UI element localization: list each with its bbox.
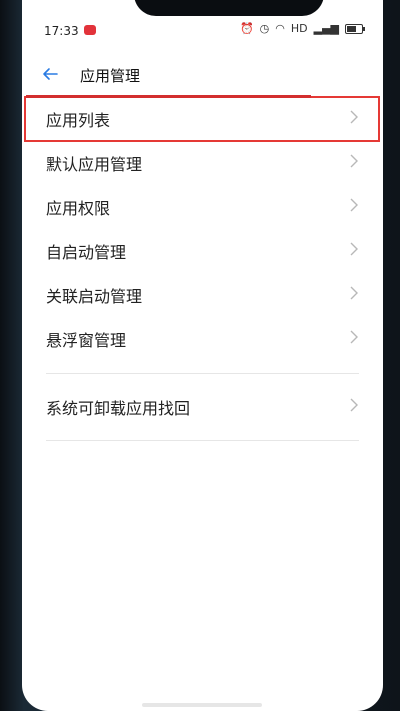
list-item-autostart[interactable]: 自启动管理 <box>22 228 383 272</box>
settings-list: 应用列表 默认应用管理 应用权限 自启动管理 关联启动管理 悬浮窗管理 系统可卸… <box>22 95 383 441</box>
chevron-right-icon <box>349 285 359 300</box>
section-divider <box>46 440 359 441</box>
chevron-right-icon <box>349 153 359 168</box>
list-item-floating-window[interactable]: 悬浮窗管理 <box>22 316 383 360</box>
page-title: 应用管理 <box>80 67 141 85</box>
list-item-label: 应用列表 <box>46 111 111 130</box>
battery-icon <box>345 23 365 34</box>
chevron-right-icon <box>349 397 359 412</box>
chevron-right-icon <box>349 241 359 256</box>
list-item-label: 自启动管理 <box>46 243 127 262</box>
chevron-right-icon <box>349 197 359 212</box>
signal-icon: ▂▄▆ <box>313 22 339 35</box>
status-icons: ⏰ ◷ ◠ HD ▂▄▆ <box>239 22 365 35</box>
notification-badge-icon <box>84 25 96 35</box>
list-item-label: 系统可卸载应用找回 <box>46 399 191 418</box>
list-item-associated-launch[interactable]: 关联启动管理 <box>22 272 383 316</box>
arrow-left-icon[interactable] <box>40 64 60 84</box>
network-label: HD <box>290 22 308 35</box>
wifi-icon: ◠ <box>275 22 285 35</box>
list-item-app-list[interactable]: 应用列表 <box>22 95 383 142</box>
alarm-icon: ⏰ <box>239 22 254 35</box>
home-indicator[interactable] <box>142 703 262 707</box>
chevron-right-icon <box>349 329 359 344</box>
status-time: 17:33 <box>44 24 79 38</box>
phone-screen: 17:33 ⏰ ◷ ◠ HD ▂▄▆ 应用管理 应用列表 默认应用管理 应用权限… <box>22 0 383 711</box>
clock-icon: ◷ <box>259 22 270 35</box>
list-item-label: 默认应用管理 <box>46 155 143 174</box>
top-app-bar: 应用管理 <box>22 56 383 92</box>
list-item-label: 应用权限 <box>46 199 111 218</box>
list-item-label: 悬浮窗管理 <box>46 331 127 350</box>
list-item-default-apps[interactable]: 默认应用管理 <box>22 140 383 184</box>
status-bar: 17:33 ⏰ ◷ ◠ HD ▂▄▆ <box>22 18 383 44</box>
chevron-right-icon <box>349 109 359 124</box>
list-item-app-permissions[interactable]: 应用权限 <box>22 184 383 228</box>
list-item-recover-system-apps[interactable]: 系统可卸载应用找回 <box>22 384 383 428</box>
list-item-label: 关联启动管理 <box>46 287 143 306</box>
camera-notch <box>134 0 324 16</box>
section-divider <box>46 373 359 374</box>
